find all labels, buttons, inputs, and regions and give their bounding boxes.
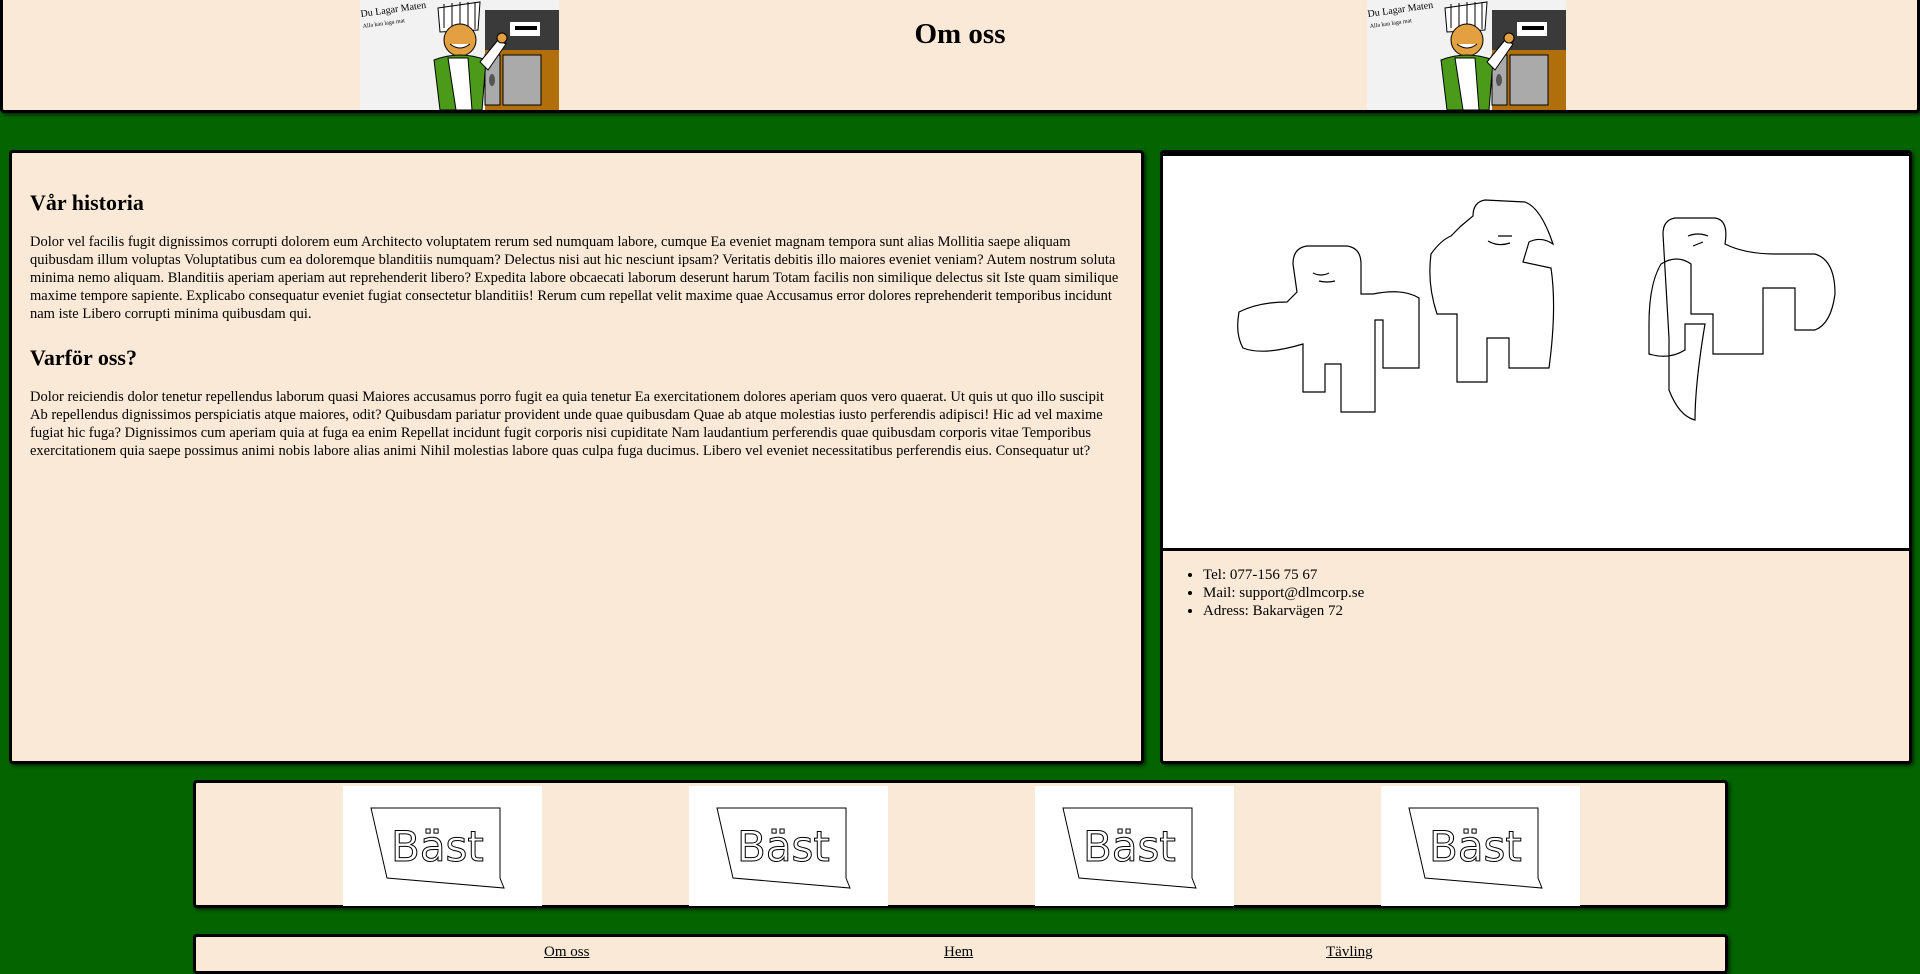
about-article: Vår historia Dolor vel facilis fugit dig… [9, 150, 1144, 764]
team-drawing [1163, 153, 1909, 551]
badge-banner: Bäst Bäst Bäst Bäst [193, 780, 1728, 908]
history-text: Dolor vel facilis fugit dignissimos corr… [30, 234, 1119, 322]
site-nav: Om oss Hem Tävling [193, 934, 1728, 974]
nav-link-om-oss[interactable]: Om oss [544, 944, 589, 961]
bast-badge-4: Bäst [1381, 786, 1580, 906]
nav-link-tavling[interactable]: Tävling [1326, 944, 1373, 961]
contact-email: Mail: support@dlmcorp.se [1203, 584, 1364, 602]
contact-list: Tel: 077-156 75 67 Mail: support@dlmcorp… [1163, 566, 1364, 620]
page-title: Om oss [914, 18, 1006, 50]
svg-text:Bäst: Bäst [1429, 822, 1522, 871]
nav-link-hem[interactable]: Hem [944, 944, 973, 961]
svg-text:Bäst: Bäst [1083, 822, 1176, 871]
svg-text:Bäst: Bäst [391, 822, 484, 871]
chef-logo-left: Du Lagar Maten Alla kan laga mat [360, 0, 559, 110]
bast-badge-3: Bäst [1035, 786, 1234, 906]
contact-phone: Tel: 077-156 75 67 [1203, 566, 1364, 584]
svg-text:Bäst: Bäst [737, 822, 830, 871]
why-us-heading: Varför oss? [30, 345, 137, 370]
bast-badge-1: Bäst [343, 786, 542, 906]
team-figures-image [1237, 199, 1836, 421]
history-heading: Vår historia [30, 190, 144, 215]
contact-address: Adress: Bakarvägen 72 [1203, 602, 1364, 620]
bast-badge-2: Bäst [689, 786, 888, 906]
site-header: Du Lagar Maten Alla kan laga mat Om oss … [0, 0, 1920, 113]
why-us-text: Dolor reiciendis dolor tenetur repellend… [30, 389, 1104, 459]
contact-aside: Tel: 077-156 75 67 Mail: support@dlmcorp… [1160, 150, 1912, 764]
chef-logo-right: Du Lagar Maten Alla kan laga mat [1367, 0, 1566, 110]
